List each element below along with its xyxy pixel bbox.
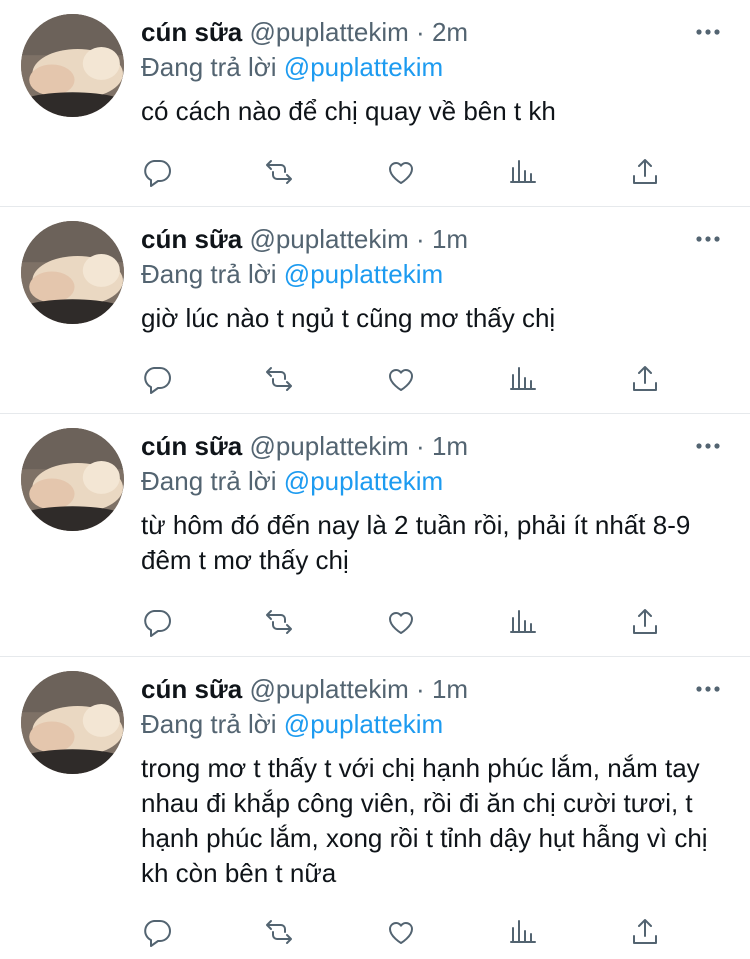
action-bar <box>141 604 681 640</box>
replying-to-label: Đang trả lời <box>141 709 277 739</box>
retweet-icon[interactable] <box>261 361 297 397</box>
replying-to-mention[interactable]: @puplattekim <box>284 709 443 739</box>
heart-icon[interactable] <box>383 914 419 950</box>
tweet[interactable]: cún sữa @puplattekim · 1m Đang trả lời @… <box>0 414 750 657</box>
user-handle[interactable]: @puplattekim <box>249 431 408 461</box>
tweet-text: giờ lúc nào t ngủ t cũng mơ thấy chị <box>141 303 556 333</box>
tweet-text: từ hôm đó đến nay là 2 tuần rồi, phải ít… <box>141 510 691 575</box>
user-handle[interactable]: @puplattekim <box>249 224 408 254</box>
heart-icon[interactable] <box>383 154 419 190</box>
display-name[interactable]: cún sữa <box>141 674 242 704</box>
more-horizontal-icon[interactable] <box>694 20 722 44</box>
replying-to-mention[interactable]: @puplattekim <box>284 259 443 289</box>
share-upload-icon[interactable] <box>627 154 663 190</box>
views-bar-chart-icon[interactable] <box>505 361 541 397</box>
separator: · <box>416 431 425 461</box>
avatar[interactable] <box>21 221 124 324</box>
more-horizontal-icon[interactable] <box>694 227 722 251</box>
share-upload-icon[interactable] <box>627 604 663 640</box>
avatar[interactable] <box>21 14 124 117</box>
share-upload-icon[interactable] <box>627 914 663 950</box>
avatar[interactable] <box>21 671 124 774</box>
retweet-icon[interactable] <box>261 604 297 640</box>
display-name[interactable]: cún sữa <box>141 17 242 47</box>
replying-to: Đang trả lời @puplattekim <box>141 258 443 290</box>
separator: · <box>416 224 425 254</box>
separator: · <box>416 674 425 704</box>
tweet-text: có cách nào để chị quay về bên t kh <box>141 96 556 126</box>
tweet-text: trong mơ t thấy t với chị hạnh phúc lắm,… <box>141 753 708 888</box>
tweet[interactable]: cún sữa @puplattekim · 1m Đang trả lời @… <box>0 207 750 414</box>
heart-icon[interactable] <box>383 604 419 640</box>
reply-bubble-icon[interactable] <box>139 154 175 190</box>
replying-to: Đang trả lời @puplattekim <box>141 708 443 740</box>
more-horizontal-icon[interactable] <box>694 434 722 458</box>
tweet-header: cún sữa @puplattekim · 1m <box>141 430 468 462</box>
tweet-header: cún sữa @puplattekim · 1m <box>141 223 468 255</box>
replying-to-label: Đang trả lời <box>141 259 277 289</box>
heart-icon[interactable] <box>383 361 419 397</box>
timestamp[interactable]: 1m <box>432 674 468 704</box>
display-name[interactable]: cún sữa <box>141 224 242 254</box>
replying-to: Đang trả lời @puplattekim <box>141 465 443 497</box>
tweet-header: cún sữa @puplattekim · 2m <box>141 16 468 48</box>
replying-to-mention[interactable]: @puplattekim <box>284 52 443 82</box>
reply-bubble-icon[interactable] <box>139 361 175 397</box>
user-handle[interactable]: @puplattekim <box>249 17 408 47</box>
replying-to-label: Đang trả lời <box>141 466 277 496</box>
tweet[interactable]: cún sữa @puplattekim · 1m Đang trả lời @… <box>0 657 750 959</box>
timestamp[interactable]: 1m <box>432 431 468 461</box>
display-name[interactable]: cún sữa <box>141 431 242 461</box>
replying-to-mention[interactable]: @puplattekim <box>284 466 443 496</box>
more-horizontal-icon[interactable] <box>694 677 722 701</box>
separator: · <box>416 17 425 47</box>
action-bar <box>141 361 681 397</box>
tweet[interactable]: cún sữa @puplattekim · 2m Đang trả lời @… <box>0 0 750 207</box>
action-bar <box>141 914 681 950</box>
replying-to-label: Đang trả lời <box>141 52 277 82</box>
action-bar <box>141 154 681 190</box>
views-bar-chart-icon[interactable] <box>505 154 541 190</box>
avatar[interactable] <box>21 428 124 531</box>
views-bar-chart-icon[interactable] <box>505 604 541 640</box>
retweet-icon[interactable] <box>261 914 297 950</box>
share-upload-icon[interactable] <box>627 361 663 397</box>
views-bar-chart-icon[interactable] <box>505 914 541 950</box>
tweet-header: cún sữa @puplattekim · 1m <box>141 673 468 705</box>
timestamp[interactable]: 2m <box>432 17 468 47</box>
reply-bubble-icon[interactable] <box>139 604 175 640</box>
reply-bubble-icon[interactable] <box>139 914 175 950</box>
timestamp[interactable]: 1m <box>432 224 468 254</box>
retweet-icon[interactable] <box>261 154 297 190</box>
user-handle[interactable]: @puplattekim <box>249 674 408 704</box>
replying-to: Đang trả lời @puplattekim <box>141 51 443 83</box>
